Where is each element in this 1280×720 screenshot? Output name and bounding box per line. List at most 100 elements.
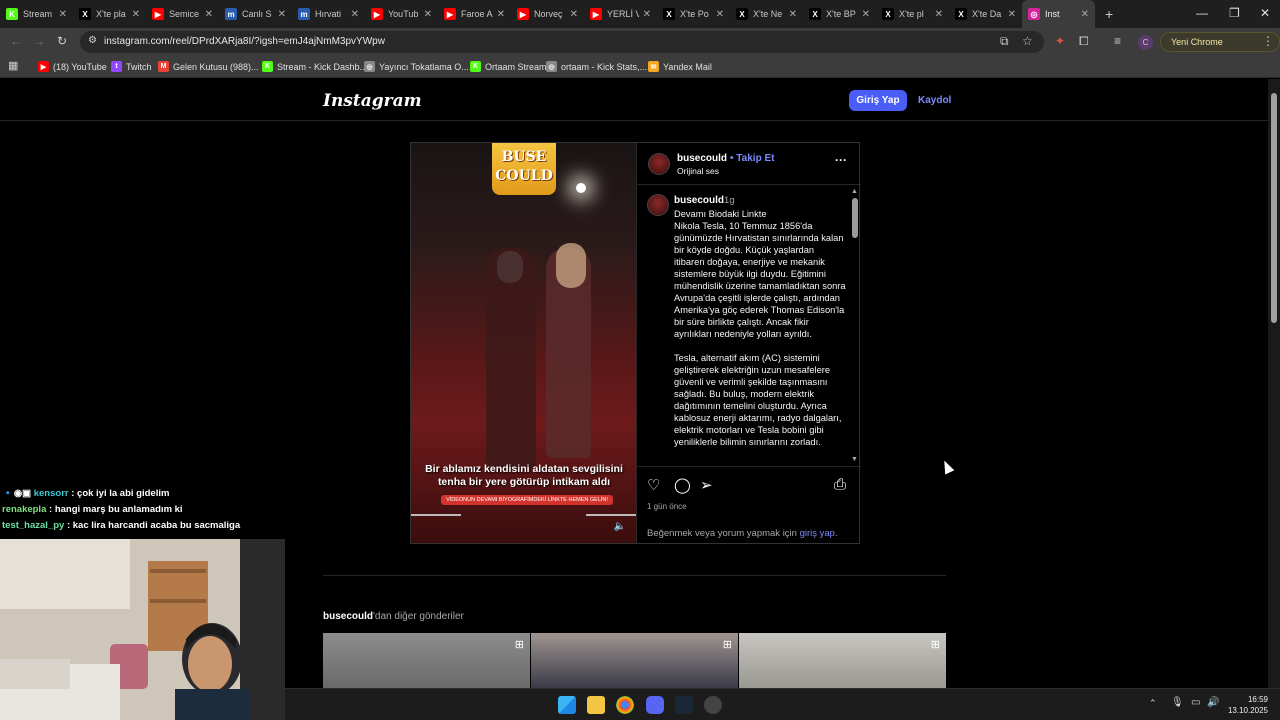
more-options-icon[interactable]: ··· [835, 153, 847, 167]
scroll-thumb[interactable] [852, 198, 858, 238]
extensions-puzzle-icon[interactable]: ⧠ [1079, 34, 1089, 49]
forward-icon[interactable]: → [33, 34, 45, 48]
tab-close-icon[interactable]: ✕ [1008, 9, 1016, 20]
login-prompt-link[interactable]: giriş yap [800, 528, 835, 539]
page-scrollbar[interactable] [1268, 79, 1280, 688]
tab-close-icon[interactable]: ✕ [1081, 9, 1089, 20]
browser-tab[interactable]: X X'te pla ✕ [73, 0, 146, 28]
obs-icon[interactable] [704, 696, 722, 714]
page-scroll-thumb[interactable] [1271, 93, 1277, 323]
profile-avatar[interactable]: C [1138, 35, 1153, 50]
browser-tab[interactable]: X X'te Ne ✕ [730, 0, 803, 28]
chat-text: : hangi marş bu anlamadım ki [46, 504, 183, 515]
browser-tab[interactable]: K Stream ✕ [0, 0, 73, 28]
video-caption: Bir ablamız kendisini aldatan sevgilisin… [425, 463, 623, 488]
bookmark-item[interactable]: K Ortaam Stream [470, 61, 547, 72]
bookmark-item[interactable]: ◎ ortaam - Kick Stats,... [546, 61, 647, 72]
bookmark-star-icon[interactable]: ☆ [1022, 34, 1033, 48]
login-button[interactable]: Giriş Yap [849, 90, 907, 111]
more-post-thumbnail[interactable]: ⊞ [531, 633, 738, 688]
close-window-icon[interactable]: ✕ [1260, 6, 1270, 20]
file-explorer-icon[interactable] [587, 696, 605, 714]
follow-label[interactable]: Takip Et [736, 153, 774, 164]
video-progress-bar[interactable] [411, 514, 636, 516]
network-icon[interactable]: ▭ [1191, 697, 1200, 708]
like-heart-icon[interactable]: ♡ [647, 476, 660, 494]
browser-tab[interactable]: ▶ Faroe A ✕ [438, 0, 511, 28]
apps-grid-icon[interactable]: ▦ [8, 59, 18, 72]
reel-video[interactable]: BUSE COULD Bir ablamız kendisini aldatan… [411, 143, 636, 543]
instagram-logo[interactable]: Instagram [323, 91, 422, 111]
bookmark-item[interactable]: M Gelen Kutusu (988)... [158, 61, 259, 72]
scroll-down-icon[interactable]: ▼ [851, 456, 858, 463]
discord-icon[interactable] [646, 696, 664, 714]
tab-close-icon[interactable]: ✕ [570, 9, 578, 20]
caption-username[interactable]: busecould [674, 195, 724, 206]
chrome-icon[interactable] [616, 696, 634, 714]
share-send-icon[interactable]: ➢ [700, 476, 713, 494]
url-text[interactable]: instagram.com/reel/DPrdXARja8I/?igsh=emJ… [104, 36, 385, 47]
caption-author-avatar[interactable] [647, 194, 669, 216]
browser-tab[interactable]: X X'te pl ✕ [876, 0, 949, 28]
volume-icon[interactable]: 🔊 [1207, 697, 1219, 708]
tab-close-icon[interactable]: ✕ [59, 9, 67, 20]
caption-scrollbar[interactable]: ▲ ▼ [850, 188, 860, 464]
chrome-menu-icon[interactable]: ⋮ [1262, 34, 1274, 48]
microphone-icon[interactable]: 🎙 [1171, 697, 1184, 708]
tab-close-icon[interactable]: ✕ [716, 9, 724, 20]
steam-icon[interactable] [675, 696, 693, 714]
author-username[interactable]: busecould [677, 153, 727, 164]
more-post-thumbnail[interactable]: ⊞ [739, 633, 946, 688]
tab-close-icon[interactable]: ✕ [351, 9, 359, 20]
minimize-window-icon[interactable]: — [1196, 6, 1208, 20]
tab-close-icon[interactable]: ✕ [205, 9, 213, 20]
bookmark-favicon-icon: ✉ [648, 61, 659, 72]
signup-link[interactable]: Kaydol [918, 95, 951, 106]
tab-close-icon[interactable]: ✕ [935, 9, 943, 20]
browser-tab[interactable]: ◎ Inst ✕ [1022, 0, 1095, 28]
bookmark-item[interactable]: ◎ Yayıncı Tokatlama O... [364, 61, 469, 72]
tab-close-icon[interactable]: ✕ [278, 9, 286, 20]
tab-close-icon[interactable]: ✕ [424, 9, 432, 20]
browser-tab[interactable]: ▶ YouTub ✕ [365, 0, 438, 28]
browser-tab[interactable]: m Canlı S ✕ [219, 0, 292, 28]
browser-tab[interactable]: m Hırvati ✕ [292, 0, 365, 28]
audio-label[interactable]: Orijinal ses [677, 166, 719, 176]
bookmark-item[interactable]: t Twitch [111, 61, 152, 72]
bookmark-item[interactable]: K Stream - Kick Dashb... [262, 61, 367, 72]
reading-list-icon[interactable]: ≡ [1114, 34, 1121, 48]
tab-close-icon[interactable]: ✕ [789, 9, 797, 20]
save-bookmark-icon[interactable]: ⎙ [834, 476, 846, 493]
back-icon[interactable]: ← [10, 34, 22, 48]
tab-close-icon[interactable]: ✕ [132, 9, 140, 20]
tab-close-icon[interactable]: ✕ [643, 9, 651, 20]
tab-label: X'te Po [680, 9, 709, 19]
scroll-up-icon[interactable]: ▲ [851, 188, 858, 195]
browser-tab[interactable]: X X'te Da ✕ [949, 0, 1022, 28]
bookmark-item[interactable]: ▶ (18) YouTube [38, 61, 107, 72]
browser-tab[interactable]: ▶ Semice ✕ [146, 0, 219, 28]
browser-tab[interactable]: ▶ YERLİ V ✕ [584, 0, 657, 28]
more-posts-user[interactable]: busecould [323, 611, 373, 622]
reload-icon[interactable]: ↻ [57, 34, 67, 48]
new-tab-button[interactable]: + [1105, 6, 1113, 22]
comment-icon[interactable]: ◯ [674, 476, 691, 494]
tab-close-icon[interactable]: ✕ [862, 9, 870, 20]
address-bar[interactable]: ⚙ instagram.com/reel/DPrdXARja8I/?igsh=e… [80, 31, 1044, 53]
site-info-icon[interactable]: ⚙ [88, 35, 97, 46]
browser-tab[interactable]: X X'te BP ✕ [803, 0, 876, 28]
more-post-thumbnail[interactable]: ⊞ [323, 633, 530, 688]
bookmark-item[interactable]: ✉ Yandex Mail [648, 61, 712, 72]
follow-button[interactable]: • Takip Et [730, 153, 774, 164]
tab-close-icon[interactable]: ✕ [497, 9, 505, 20]
tray-chevron-icon[interactable]: ⌃ [1149, 698, 1157, 709]
author-avatar[interactable] [648, 153, 670, 175]
maximize-window-icon[interactable]: ❐ [1229, 6, 1240, 20]
install-app-icon[interactable]: ⧉ [1000, 34, 1009, 49]
browser-tab[interactable]: ▶ Norveç ✕ [511, 0, 584, 28]
start-windows-icon[interactable] [558, 696, 576, 714]
sound-icon[interactable]: 🔈 [613, 521, 627, 535]
browser-tab[interactable]: X X'te Po ✕ [657, 0, 730, 28]
extension-red-icon[interactable]: ✦ [1055, 34, 1065, 48]
system-clock[interactable]: 16:59 13.10.2025 [1228, 694, 1268, 716]
